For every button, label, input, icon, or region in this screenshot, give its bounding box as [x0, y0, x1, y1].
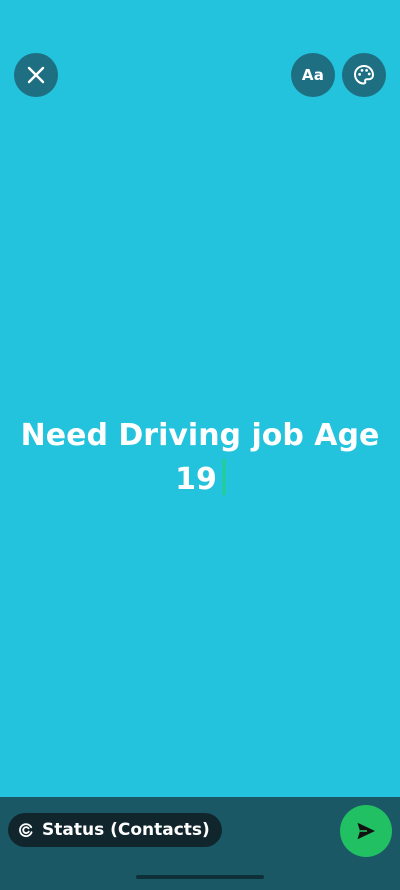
font-style-button[interactable]: Aa: [291, 53, 335, 97]
color-palette-button[interactable]: [342, 53, 386, 97]
status-ring-icon: [18, 822, 34, 838]
font-style-label: Aa: [301, 66, 325, 84]
status-audience-label: Status (Contacts): [42, 820, 210, 840]
status-audience-button[interactable]: Status (Contacts): [8, 813, 222, 847]
home-indicator: [136, 875, 264, 879]
palette-icon: [352, 63, 376, 87]
send-arrow-icon: [355, 820, 377, 842]
close-button[interactable]: [14, 53, 58, 97]
status-text-canvas[interactable]: Aa Need Driving job Age 19: [0, 0, 400, 797]
close-icon: [26, 65, 46, 85]
status-text-input[interactable]: Need Driving job Age 19: [20, 414, 380, 502]
send-button[interactable]: [340, 805, 392, 857]
status-text-value: Need Driving job Age 19: [20, 418, 380, 497]
text-caret: [222, 459, 225, 495]
